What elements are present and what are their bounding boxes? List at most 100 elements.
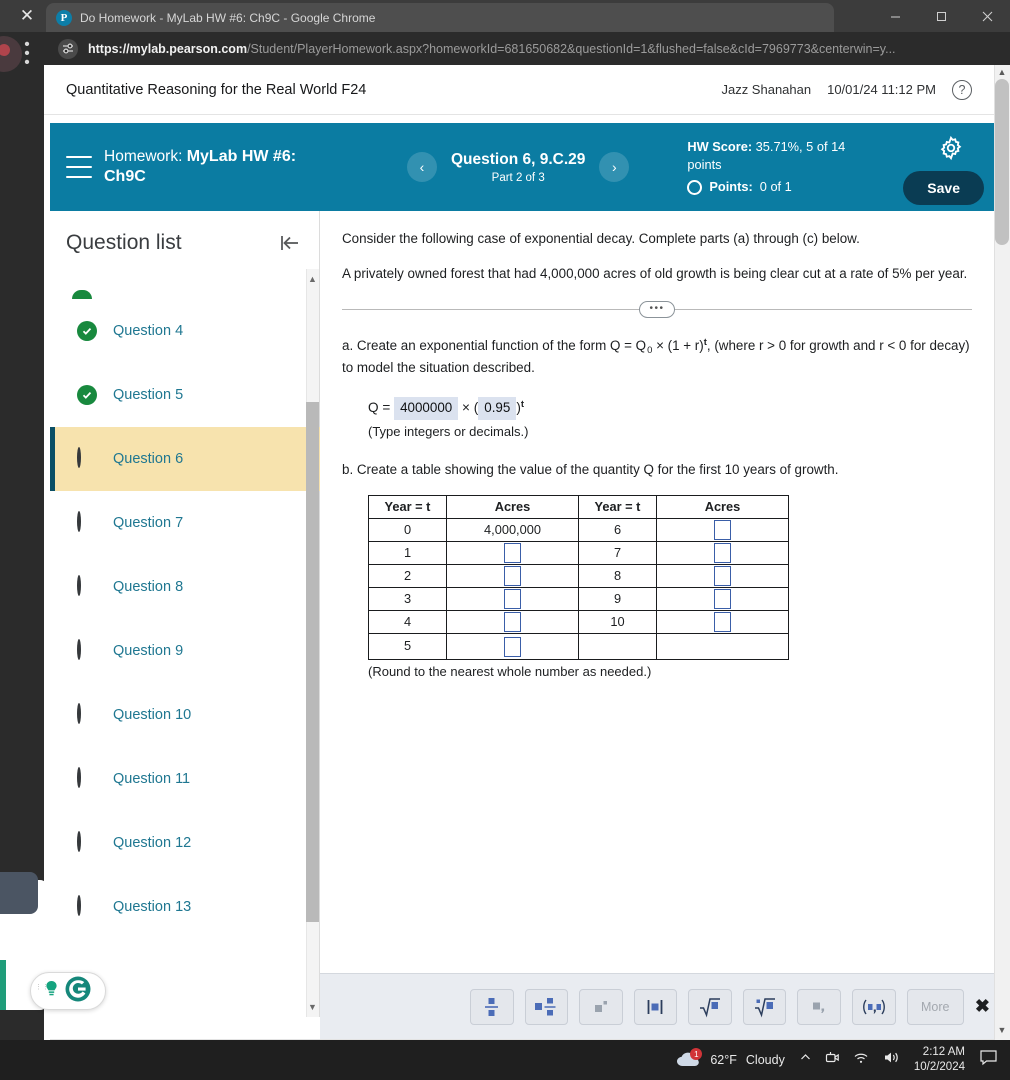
- sidebar-item-question-11[interactable]: Question 11: [50, 747, 320, 811]
- cell-acres-left: [446, 586, 579, 611]
- acres-input-box[interactable]: [504, 566, 521, 587]
- multiply-open-paren: × (: [462, 400, 479, 416]
- question-list-partial-top: [50, 273, 320, 299]
- sidebar-scroll-up-icon[interactable]: ▲: [307, 273, 318, 285]
- exponent-button[interactable]: [579, 988, 623, 1025]
- collapse-sidebar-icon[interactable]: [275, 229, 303, 257]
- sidebar-item-question-9[interactable]: Question 9: [50, 619, 320, 683]
- system-tray: [799, 1050, 900, 1070]
- decimal-button[interactable]: [797, 988, 841, 1025]
- menu-icon[interactable]: [66, 156, 92, 178]
- absolute-value-button[interactable]: [633, 988, 678, 1025]
- weather-widget[interactable]: 1 62°F Cloudy: [675, 1048, 785, 1070]
- page-scrollbar-thumb[interactable]: [995, 79, 1009, 245]
- page-scrollbar[interactable]: [994, 65, 1010, 1040]
- background-close-icon[interactable]: ✕: [14, 4, 40, 28]
- chrome-window: P Do Homework - MyLab HW #6: Ch9C - Goog…: [44, 0, 1010, 1040]
- cell-acres-right: [656, 517, 789, 542]
- grammarly-logo-icon[interactable]: [64, 975, 92, 1008]
- check-circle-icon: [77, 385, 97, 405]
- empty-circle-icon: [77, 895, 97, 917]
- sidebar-scroll-down-icon[interactable]: ▼: [307, 1001, 318, 1013]
- url-path: /Student/PlayerHomework.aspx?homeworkId=…: [247, 41, 896, 56]
- empty-circle-icon: [77, 703, 97, 725]
- more-symbols-button[interactable]: More: [906, 988, 964, 1025]
- acres-input-box[interactable]: [714, 543, 731, 564]
- acres-input-box[interactable]: [714, 612, 731, 633]
- camera-icon[interactable]: [825, 1050, 840, 1070]
- save-button[interactable]: Save: [903, 171, 984, 205]
- cell-year-left: 1: [368, 540, 447, 565]
- grammarly-widget[interactable]: ⋮⋮: [30, 972, 106, 1010]
- acres-input-box[interactable]: [504, 589, 521, 610]
- taskbar-clock[interactable]: 2:12 AM 10/2/2024: [914, 1045, 965, 1075]
- help-icon[interactable]: ?: [952, 79, 972, 100]
- chevron-up-icon[interactable]: [799, 1051, 812, 1069]
- close-palette-icon[interactable]: ✖: [975, 996, 990, 1017]
- wifi-icon[interactable]: [853, 1051, 870, 1070]
- maximize-button[interactable]: [918, 0, 964, 32]
- sidebar-item-question-5[interactable]: Question 5: [50, 363, 320, 427]
- empty-circle-icon: [77, 831, 97, 853]
- fraction-button[interactable]: [470, 988, 514, 1025]
- table-row: 1 7: [368, 540, 789, 565]
- cell-year-left: 4: [368, 609, 447, 634]
- nth-root-button[interactable]: [742, 988, 787, 1025]
- chat-bubble-icon[interactable]: [979, 1049, 998, 1071]
- mixed-number-button[interactable]: [524, 988, 569, 1025]
- sidebar-item-question-13[interactable]: Question 13: [50, 875, 320, 939]
- homework-label: Homework: MyLab HW #6: Ch9C: [104, 147, 339, 187]
- expand-details-button[interactable]: •••: [639, 300, 675, 318]
- page-scroll-up-icon[interactable]: ▲: [996, 65, 1008, 79]
- settings-gear-icon[interactable]: [938, 135, 964, 161]
- clock-date: 10/2/2024: [913, 1061, 965, 1073]
- sidebar-item-label: Question 9: [113, 643, 184, 659]
- acres-input-box[interactable]: [504, 612, 521, 633]
- part-b-prompt: b. Create a table showing the value of t…: [342, 461, 839, 477]
- course-header: Quantitative Reasoning for the Real Worl…: [44, 65, 994, 115]
- column-header-acres-left: Acres: [446, 494, 579, 519]
- previous-question-button[interactable]: ‹: [407, 152, 437, 182]
- part-a-text-2: × (1 + r): [652, 337, 704, 353]
- sidebar-item-question-12[interactable]: Question 12: [50, 811, 320, 875]
- cell-acres-left: 4,000,000: [446, 517, 579, 542]
- browser-tab[interactable]: P Do Homework - MyLab HW #6: Ch9C - Goog…: [46, 3, 834, 32]
- current-question-info: Question 6, 9.C.29 Part 2 of 3: [451, 151, 585, 184]
- acres-input-box[interactable]: [714, 566, 731, 587]
- part-a-text-1: a. Create an exponential function of the…: [342, 337, 647, 353]
- sidebar-item-label: Question 13: [113, 899, 192, 915]
- address-bar[interactable]: https://mylab.pearson.com/Student/Player…: [44, 32, 1010, 65]
- sidebar-item-question-8[interactable]: Question 8: [50, 555, 320, 619]
- acres-input-box[interactable]: [504, 543, 521, 564]
- sidebar-scrollbar-thumb[interactable]: [306, 402, 319, 922]
- square-root-button[interactable]: [688, 988, 732, 1025]
- sidebar-title: Question list: [66, 231, 182, 254]
- lightbulb-icon[interactable]: [43, 979, 60, 1003]
- sidebar-scrollbar[interactable]: [306, 269, 319, 1017]
- acres-input-box[interactable]: [714, 520, 731, 541]
- site-settings-icon[interactable]: [58, 38, 78, 59]
- sidebar-item-question-7[interactable]: Question 7: [50, 491, 320, 555]
- cell-acres-right: [656, 563, 789, 588]
- more-vertical-icon[interactable]: • • •: [18, 37, 36, 70]
- sidebar-item-label: Question 7: [113, 515, 184, 531]
- interval-button[interactable]: [851, 988, 896, 1025]
- question-list[interactable]: Question 4 Question 5 Question 6 Questio…: [50, 273, 320, 1017]
- minimize-button[interactable]: [872, 0, 918, 32]
- sidebar-item-question-10[interactable]: Question 10: [50, 683, 320, 747]
- windows-taskbar: 1 62°F Cloudy 2:12 AM 10/2/2024: [0, 1040, 1010, 1080]
- rate-answer-input[interactable]: 0.95: [478, 397, 517, 420]
- close-button[interactable]: [964, 0, 1010, 32]
- sidebar-item-question-4[interactable]: Question 4: [50, 299, 320, 363]
- page-scroll-down-icon[interactable]: ▼: [996, 1023, 1008, 1037]
- sidebar-item-question-6[interactable]: Question 6: [50, 427, 320, 491]
- q0-answer-input[interactable]: 4000000: [394, 397, 459, 420]
- acres-input-box[interactable]: [714, 589, 731, 610]
- column-header-acres-right: Acres: [656, 494, 789, 519]
- drag-handle-icon[interactable]: ⋮⋮: [35, 984, 49, 998]
- volume-icon[interactable]: [883, 1050, 900, 1070]
- question-navigator: ‹ Question 6, 9.C.29 Part 2 of 3 ›: [407, 151, 630, 184]
- acres-input-box[interactable]: [504, 636, 521, 657]
- cell-acres-left: [446, 563, 579, 588]
- next-question-button[interactable]: ›: [599, 152, 630, 182]
